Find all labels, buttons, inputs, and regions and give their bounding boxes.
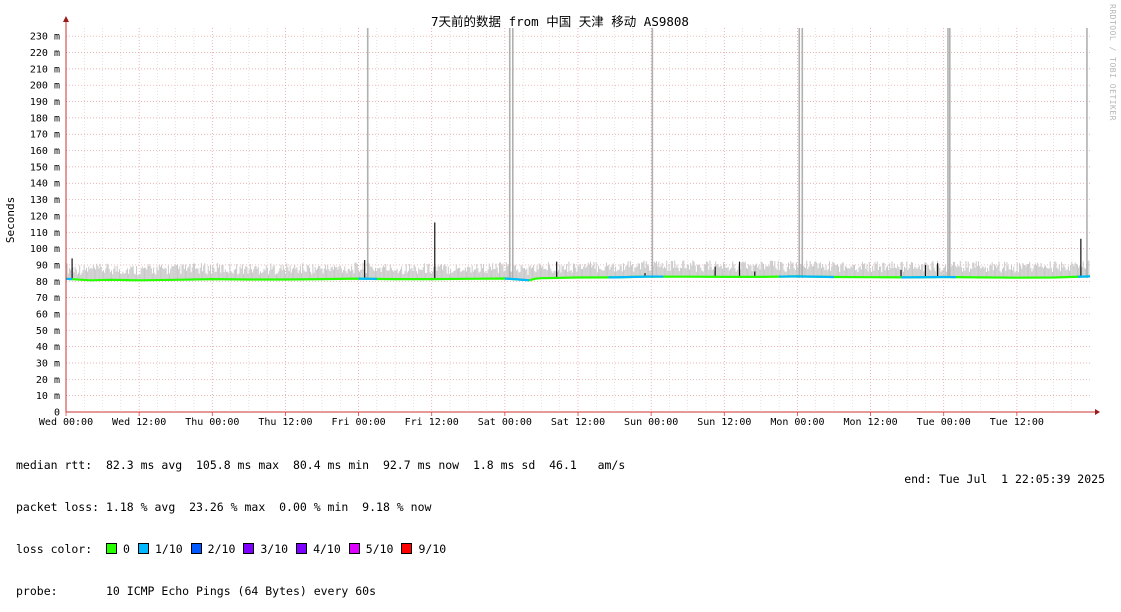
y-tick-label: 90 m — [36, 260, 60, 271]
loss-color-swatch — [138, 543, 149, 554]
loss-color-item-label: 1/10 — [155, 542, 183, 556]
loss-color-swatch — [243, 543, 254, 554]
y-tick-label: 40 m — [36, 342, 60, 353]
loss-color-item: 5/10 — [349, 542, 394, 556]
y-tick-label: 30 m — [36, 358, 60, 369]
loss-color-item-label: 0 — [123, 542, 130, 556]
y-tick-label: 170 m — [30, 130, 60, 141]
y-tick-label: 120 m — [30, 211, 60, 222]
x-tick-label: Sun 00:00 — [624, 417, 678, 428]
loss-color-row: loss color: 0 1/10 2/10 3/10 4/10 5/10 9/10 — [16, 542, 625, 556]
y-tick-label: 230 m — [30, 32, 60, 43]
loss-color-item: 0 — [106, 542, 130, 556]
loss-color-item-label: 2/10 — [208, 542, 236, 556]
median-rtt-line: median rtt: 82.3 ms avg 105.8 ms max 80.… — [16, 458, 625, 472]
y-tick-label: 70 m — [36, 293, 60, 304]
y-tick-label: 160 m — [30, 146, 60, 157]
loss-color-item-label: 4/10 — [313, 542, 341, 556]
y-axis-arrow — [63, 16, 69, 22]
x-tick-label: Wed 00:00 — [39, 417, 93, 428]
loss-color-item-label: 5/10 — [366, 542, 394, 556]
loss-color-item: 4/10 — [296, 542, 341, 556]
loss-color-item: 9/10 — [401, 542, 446, 556]
loss-color-swatch — [191, 543, 202, 554]
loss-color-swatch — [106, 543, 117, 554]
probe-line: probe: 10 ICMP Echo Pings (64 Bytes) eve… — [16, 584, 625, 598]
x-tick-label: Mon 00:00 — [770, 417, 824, 428]
rrdtool-watermark: RRDTOOL / TOBI OETIKER — [1108, 4, 1117, 121]
y-tick-label: 50 m — [36, 326, 60, 337]
loss-color-item: 3/10 — [243, 542, 288, 556]
packet-loss-line: packet loss: 1.18 % avg 23.26 % max 0.00… — [16, 500, 625, 514]
y-tick-label: 220 m — [30, 48, 60, 59]
y-tick-label: 80 m — [36, 277, 60, 288]
legend: median rtt: 82.3 ms avg 105.8 ms max 80.… — [16, 430, 625, 612]
loss-color-swatch — [401, 543, 412, 554]
loss-color-item: 2/10 — [191, 542, 236, 556]
end-time: end: Tue Jul 1 22:05:39 2025 — [904, 472, 1105, 486]
x-tick-label: Wed 12:00 — [112, 417, 166, 428]
x-tick-label: Mon 12:00 — [843, 417, 897, 428]
loss-segment — [608, 277, 663, 278]
y-tick-label: 180 m — [30, 113, 60, 124]
y-axis-label: Seconds — [4, 197, 17, 243]
y-tick-label: 20 m — [36, 375, 60, 386]
loss-color-items: 0 1/10 2/10 3/10 4/10 5/10 9/10 — [106, 542, 454, 556]
loss-color-item-label: 3/10 — [260, 542, 288, 556]
x-tick-label: Tue 12:00 — [990, 417, 1044, 428]
x-tick-label: Tue 00:00 — [917, 417, 971, 428]
x-axis-arrow — [1095, 409, 1100, 415]
x-tick-label: Thu 12:00 — [258, 417, 312, 428]
loss-color-item-label: 9/10 — [418, 542, 446, 556]
x-tick-label: Sat 12:00 — [551, 417, 605, 428]
rtt-chart: 010 m20 m30 m40 m50 m60 m70 m80 m90 m100… — [0, 0, 1121, 428]
y-tick-label: 190 m — [30, 97, 60, 108]
y-tick-label: 150 m — [30, 162, 60, 173]
loss-color-item: 1/10 — [138, 542, 183, 556]
y-tick-label: 200 m — [30, 81, 60, 92]
y-tick-label: 100 m — [30, 244, 60, 255]
loss-color-label: loss color: — [16, 542, 92, 556]
x-tick-label: Sun 12:00 — [697, 417, 751, 428]
x-tick-label: Sat 00:00 — [478, 417, 532, 428]
loss-segment — [779, 276, 834, 277]
y-tick-label: 110 m — [30, 228, 60, 239]
y-tick-label: 140 m — [30, 179, 60, 190]
y-tick-label: 210 m — [30, 64, 60, 75]
y-tick-label: 130 m — [30, 195, 60, 206]
loss-color-swatch — [349, 543, 360, 554]
chart-title: 7天前的数据 from 中国 天津 移动 AS9808 — [431, 14, 689, 29]
x-tick-label: Fri 00:00 — [331, 417, 385, 428]
y-tick-label: 60 m — [36, 309, 60, 320]
x-tick-label: Thu 00:00 — [185, 417, 239, 428]
loss-color-swatch — [296, 543, 307, 554]
x-tick-label: Fri 12:00 — [405, 417, 459, 428]
y-tick-label: 10 m — [36, 391, 60, 402]
